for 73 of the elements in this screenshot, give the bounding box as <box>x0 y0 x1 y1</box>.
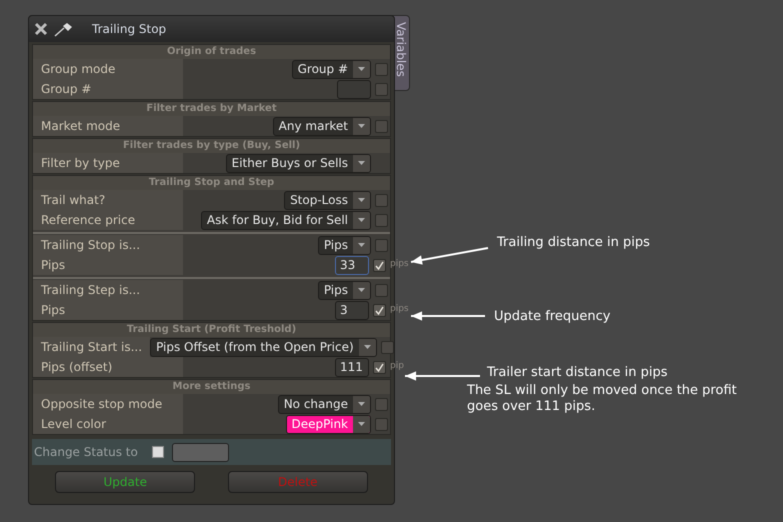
dropdown[interactable]: Any market <box>272 116 371 136</box>
caret-icon <box>358 422 365 426</box>
checkbox[interactable] <box>373 258 386 272</box>
section-header: Filter trades by type (Buy, Sell) <box>33 139 390 153</box>
field-label: Trailing Step is... <box>33 280 183 300</box>
input-field[interactable] <box>337 80 371 98</box>
unit-label: pips <box>390 258 408 272</box>
close-icon[interactable] <box>34 22 48 36</box>
caret-icon <box>358 124 365 128</box>
checkbox[interactable] <box>375 194 388 206</box>
caret-icon <box>358 161 365 165</box>
field-label: Pips (offset) <box>33 357 183 377</box>
checkbox[interactable] <box>375 62 388 76</box>
checkbox[interactable] <box>373 304 386 316</box>
dropdown[interactable]: Group # <box>292 60 371 78</box>
input-field[interactable]: 111 <box>335 358 369 376</box>
section-header: Origin of trades <box>33 45 390 59</box>
dropdown[interactable]: Pips Offset (from the Open Price) <box>150 338 377 356</box>
annotation-note: The SL will only be moved once the profit goes over 111 pips. <box>467 382 738 414</box>
field-label: Market mode <box>33 116 183 136</box>
annotation-text: Update frequency <box>494 308 610 326</box>
field-label: Trailing Stop is... <box>33 235 183 255</box>
input-field[interactable]: 3 <box>335 300 369 320</box>
input-field[interactable]: 33 <box>335 256 369 274</box>
field-label: Trailing Start is... <box>33 337 150 357</box>
checkbox[interactable] <box>375 238 388 252</box>
dropdown[interactable]: Pips <box>318 236 371 254</box>
caret-icon <box>364 345 371 349</box>
input-field[interactable] <box>172 442 229 462</box>
window-title: Trailing Stop <box>92 21 166 38</box>
check-icon <box>375 260 384 270</box>
caret-icon <box>358 198 365 202</box>
field-label: Pips <box>33 300 183 320</box>
dropdown[interactable]: Ask for Buy, Bid for Sell <box>200 210 371 230</box>
unit-label: pip <box>390 360 405 374</box>
update-button[interactable]: Update <box>55 471 196 493</box>
field-label: Opposite stop mode <box>33 394 183 414</box>
checkbox[interactable] <box>373 360 386 374</box>
caret-icon <box>358 67 365 71</box>
checkbox[interactable] <box>380 340 394 354</box>
caret-icon <box>358 218 365 222</box>
checkbox[interactable] <box>375 82 388 96</box>
checkbox[interactable] <box>375 418 388 430</box>
field-label: Pips <box>33 255 183 275</box>
field-label: Group # <box>33 79 183 99</box>
caret-icon <box>358 402 365 406</box>
field-label: Level color <box>33 414 183 434</box>
field-label: Reference price <box>33 210 183 230</box>
section-header: More settings <box>33 380 390 394</box>
unit-label: pips <box>390 303 408 316</box>
dropdown[interactable]: Either Buys or Sells <box>226 154 371 172</box>
checkbox[interactable] <box>375 214 388 226</box>
dropdown[interactable]: Pips <box>318 280 371 300</box>
field-label: Trail what? <box>33 190 183 210</box>
checkbox[interactable] <box>375 120 388 132</box>
caret-icon <box>358 243 365 247</box>
checkbox[interactable] <box>375 398 388 410</box>
checkbox[interactable] <box>152 446 164 458</box>
checkbox[interactable] <box>375 284 388 296</box>
annotation-text: Trailing distance in pips <box>497 234 650 252</box>
field-label: Filter by type <box>33 153 183 173</box>
dropdown[interactable]: DeepPink <box>286 414 371 434</box>
check-icon <box>375 362 384 372</box>
annotation-text: Trailer start distance in pips <box>487 364 669 382</box>
caret-icon <box>358 288 365 292</box>
dropdown[interactable]: No change <box>278 394 371 414</box>
section-header: Trailing Stop and Step <box>33 176 390 190</box>
dropdown[interactable]: Stop-Loss <box>284 190 371 210</box>
section-header: Trailing Start (Profit Treshold) <box>33 323 390 337</box>
section-header: Filter trades by Market <box>33 102 390 116</box>
status-label: Change Status to <box>34 444 139 461</box>
field-label: Group mode <box>33 59 183 79</box>
check-icon <box>375 306 384 314</box>
